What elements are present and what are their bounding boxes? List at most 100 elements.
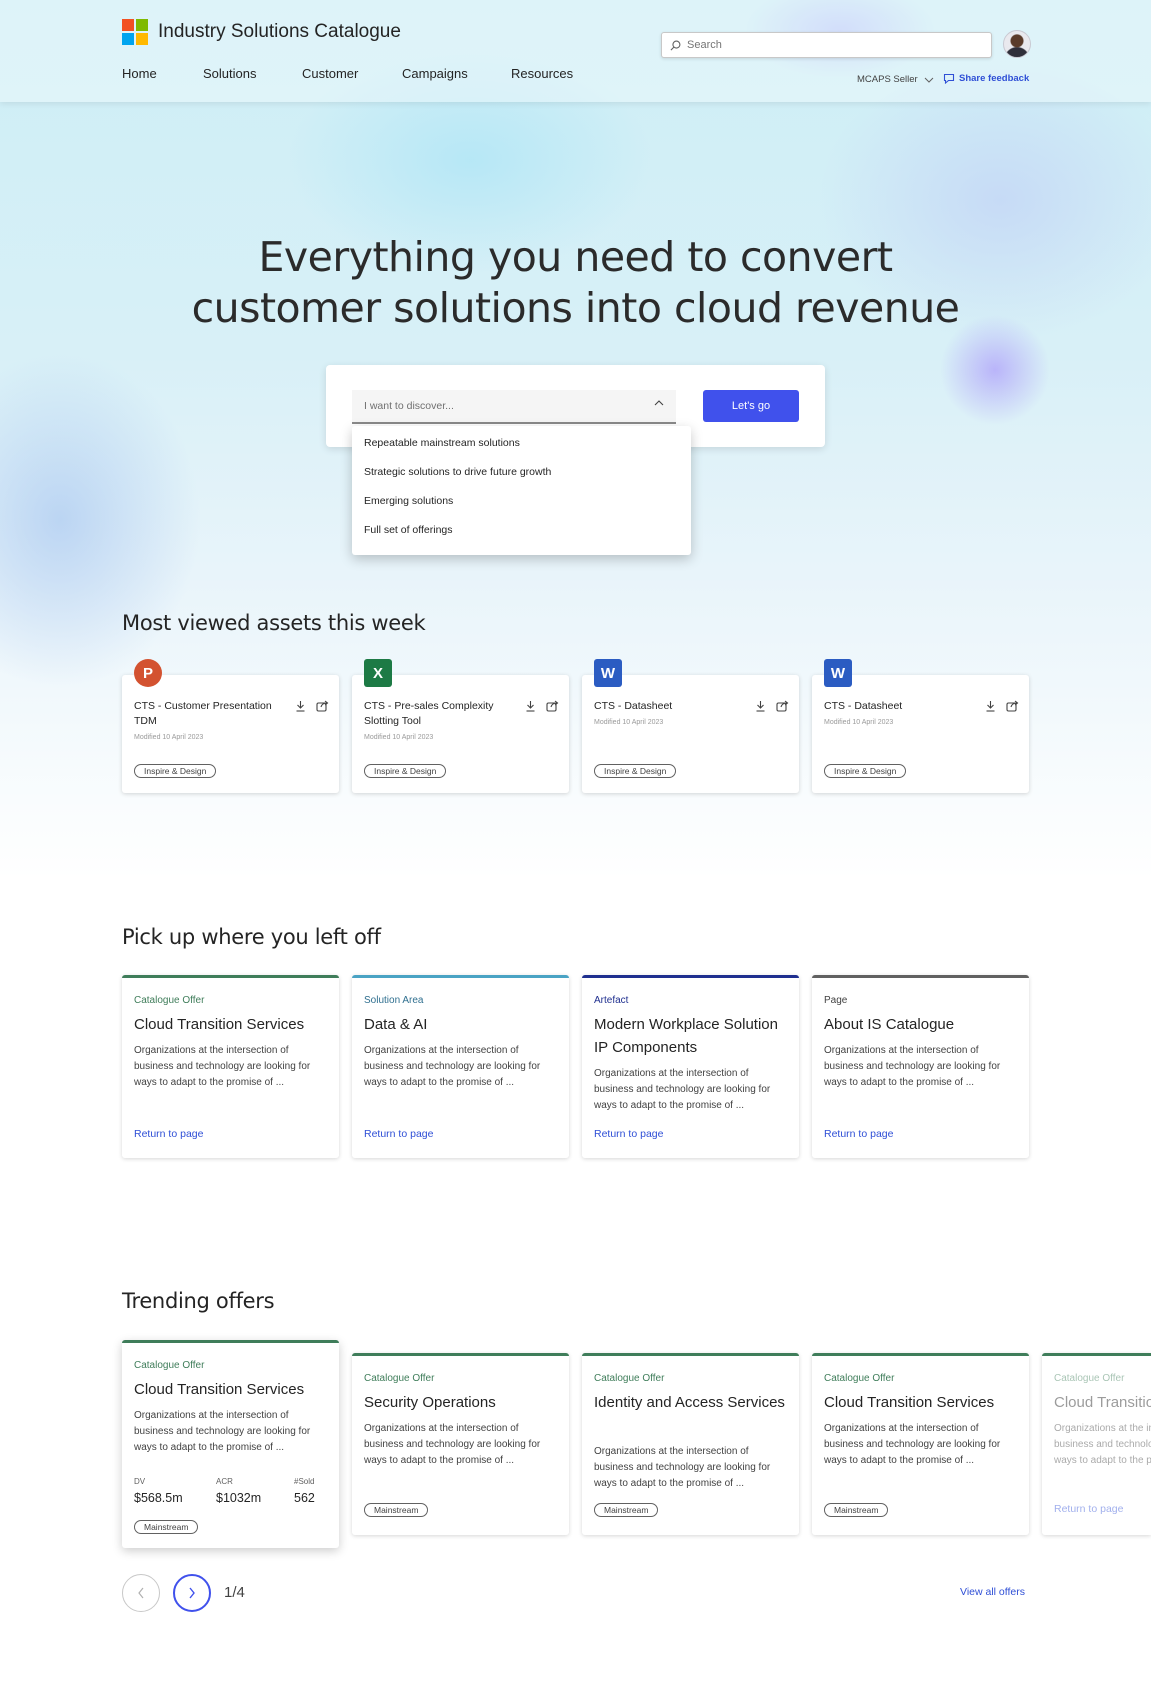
- offer-tag: Mainstream: [824, 1503, 889, 1517]
- asset-name: CTS - Datasheet: [824, 700, 903, 712]
- nav-solutions[interactable]: Solutions: [203, 66, 302, 81]
- share-feedback-link[interactable]: Share feedback: [943, 73, 1029, 84]
- chevron-up-icon: [654, 400, 664, 406]
- card-accent-bar: [1042, 1353, 1151, 1356]
- recent-card[interactable]: Page About IS Catalogue Organizations at…: [812, 975, 1029, 1158]
- return-to-page-link[interactable]: Return to page: [134, 1128, 203, 1140]
- feedback-icon: [943, 73, 955, 84]
- discover-dropdown[interactable]: I want to discover...: [352, 390, 676, 424]
- asset-modified-date: Modified 10 April 2023: [824, 719, 894, 726]
- card-accent-bar: [582, 975, 799, 978]
- card-type: Page: [824, 995, 848, 1006]
- asset-card[interactable]: X CTS - Pre-sales Complexity Slotting To…: [352, 659, 569, 793]
- asset-name: CTS - Pre-sales Complexity Slotting Tool: [364, 700, 494, 727]
- stat-label-acr: ACR: [216, 1477, 233, 1486]
- share-icon[interactable]: [316, 700, 329, 712]
- card-type: Catalogue Offer: [824, 1373, 895, 1384]
- return-to-page-link[interactable]: Return to page: [824, 1128, 893, 1140]
- page-indicator: 1/4: [224, 1584, 245, 1601]
- main-nav: Home Solutions Customer Campaigns Resour…: [122, 66, 573, 81]
- chevron-left-icon: [138, 1587, 144, 1599]
- card-title: About IS Catalogue: [824, 1016, 955, 1033]
- download-icon[interactable]: [525, 700, 536, 712]
- card-description: Organizations at the intersection of bus…: [824, 1423, 1001, 1466]
- offer-card[interactable]: Catalogue Offer Cloud Transition Service…: [812, 1353, 1029, 1535]
- asset-tag: Inspire & Design: [364, 764, 447, 778]
- chevron-right-icon: [189, 1587, 195, 1599]
- offer-card[interactable]: Catalogue Offer Cloud Transition Service…: [122, 1340, 339, 1548]
- lets-go-button[interactable]: Let's go: [703, 390, 799, 422]
- card-description: Organizations at the intersection of bus…: [594, 1068, 771, 1111]
- nav-campaigns[interactable]: Campaigns: [402, 66, 511, 81]
- recent-card[interactable]: Solution Area Data & AI Organizations at…: [352, 975, 569, 1158]
- asset-modified-date: Modified 10 April 2023: [134, 734, 204, 741]
- return-to-page-link[interactable]: Return to page: [1054, 1503, 1123, 1515]
- asset-modified-date: Modified 10 April 2023: [364, 734, 434, 741]
- word-icon: W: [824, 659, 852, 687]
- download-icon[interactable]: [755, 700, 766, 712]
- card-title: Data & AI: [364, 1016, 428, 1033]
- previous-page-button[interactable]: [122, 1574, 160, 1612]
- card-type: Catalogue Offer: [134, 1360, 205, 1371]
- pick-up-title: Pick up where you left off: [122, 925, 381, 949]
- share-icon[interactable]: [776, 700, 789, 712]
- asset-modified-date: Modified 10 April 2023: [594, 719, 664, 726]
- asset-actions: [975, 700, 1019, 712]
- excel-icon: X: [364, 659, 392, 687]
- offer-card[interactable]: Catalogue Offer Security Operations Orga…: [352, 1353, 569, 1535]
- asset-card[interactable]: W CTS - Datasheet Modified 10 April 2023…: [582, 659, 799, 793]
- card-type: Catalogue Offer: [134, 995, 205, 1006]
- asset-tag: Inspire & Design: [594, 764, 677, 778]
- role-selector[interactable]: MCAPS Seller: [857, 74, 934, 85]
- asset-tag: Inspire & Design: [824, 764, 907, 778]
- hero-title-line-1: Everything you need to convert: [258, 233, 893, 281]
- next-page-button[interactable]: [173, 1574, 211, 1612]
- card-type: Catalogue Offer: [364, 1373, 435, 1384]
- return-to-page-link[interactable]: Return to page: [594, 1128, 663, 1140]
- stat-value-dv: $568.5m: [134, 1491, 183, 1505]
- download-icon[interactable]: [985, 700, 996, 712]
- search-input[interactable]: [687, 39, 977, 51]
- card-accent-bar: [812, 975, 1029, 978]
- offer-tag: Mainstream: [134, 1520, 199, 1534]
- nav-resources[interactable]: Resources: [511, 66, 573, 81]
- return-to-page-link[interactable]: Return to page: [364, 1128, 433, 1140]
- stat-label-dv: DV: [134, 1477, 146, 1486]
- powerpoint-icon: P: [134, 659, 162, 687]
- card-title: Cloud Transition Services: [134, 1016, 305, 1033]
- app-title: Industry Solutions Catalogue: [158, 21, 401, 42]
- download-icon[interactable]: [295, 700, 306, 712]
- card-accent-bar: [812, 1353, 1029, 1356]
- card-description: Organizations at the intersection of bus…: [364, 1045, 541, 1088]
- card-title: Security Operations: [364, 1394, 496, 1411]
- recent-card[interactable]: Artefact Modern Workplace Solution IP Co…: [582, 975, 799, 1158]
- search-box[interactable]: [661, 32, 992, 58]
- share-icon[interactable]: [546, 700, 559, 712]
- card-accent-bar: [582, 1353, 799, 1356]
- user-avatar[interactable]: [1003, 30, 1031, 58]
- dropdown-option[interactable]: Full set of offerings: [352, 522, 691, 551]
- hero-title-line-2: customer solutions into cloud revenue: [191, 284, 960, 332]
- recent-card[interactable]: Catalogue Offer Cloud Transition Service…: [122, 975, 339, 1158]
- card-title: Cloud Transition Services: [824, 1394, 995, 1411]
- card-description: Organizations at the intersection of bus…: [134, 1410, 311, 1453]
- nav-home[interactable]: Home: [122, 66, 203, 81]
- word-icon: W: [594, 659, 622, 687]
- card-description: Organizations at the intersection of bus…: [364, 1423, 541, 1466]
- offer-card[interactable]: Catalogue Offer Identity and Access Serv…: [582, 1353, 799, 1535]
- share-icon[interactable]: [1006, 700, 1019, 712]
- dropdown-option[interactable]: Strategic solutions to drive future grow…: [352, 464, 691, 493]
- card-description: Organizations at the intersection of bus…: [824, 1045, 1001, 1088]
- asset-actions: [515, 700, 559, 712]
- dropdown-option[interactable]: Repeatable mainstream solutions: [352, 435, 691, 464]
- card-description: Organizations at the intersection of bus…: [1054, 1423, 1151, 1466]
- asset-card[interactable]: W CTS - Datasheet Modified 10 April 2023…: [812, 659, 1029, 793]
- nav-customer[interactable]: Customer: [302, 66, 402, 81]
- view-all-offers-link[interactable]: View all offers: [960, 1586, 1025, 1598]
- dropdown-option[interactable]: Emerging solutions: [352, 493, 691, 522]
- microsoft-logo-icon: [122, 19, 148, 45]
- offer-card-partial[interactable]: Catalogue Offer Cloud Transition Service…: [1042, 1353, 1151, 1535]
- card-accent-bar: [352, 1353, 569, 1356]
- asset-actions: [285, 700, 329, 712]
- asset-card[interactable]: P CTS - Customer Presentation TDM Modifi…: [122, 659, 339, 793]
